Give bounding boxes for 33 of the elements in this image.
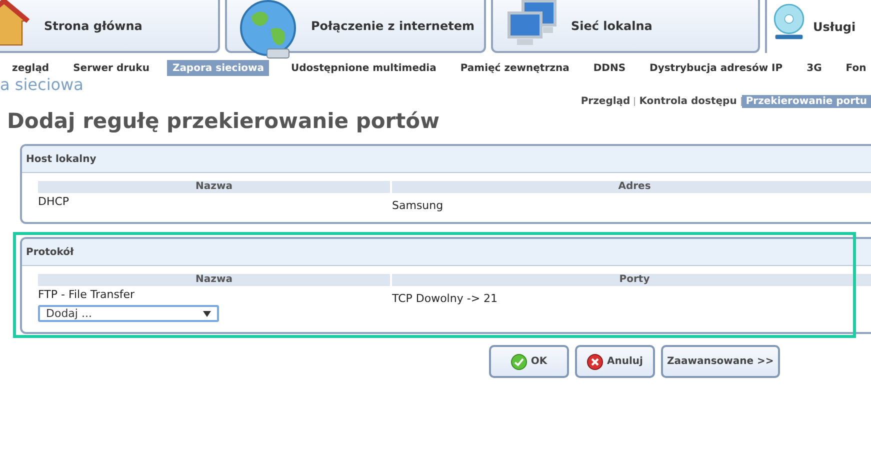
caret-icon bbox=[203, 310, 211, 316]
column-header: Adres bbox=[392, 181, 871, 193]
menu-tab[interactable]: 3G bbox=[794, 60, 834, 76]
breadcrumb: a sieciowa bbox=[0, 76, 84, 94]
section-title: Protokół bbox=[26, 246, 74, 258]
check-icon bbox=[510, 354, 527, 370]
menu-tab[interactable]: Udostępnione multimedia bbox=[279, 60, 448, 76]
globe-icon bbox=[237, 0, 299, 61]
section-title: Host lokalny bbox=[26, 154, 96, 164]
nav-tab[interactable]: Sieć lokalna bbox=[491, 0, 760, 53]
menu-tab[interactable]: Dystrybucja adresów IP bbox=[638, 60, 795, 76]
page-link[interactable]: Przegląd bbox=[576, 95, 634, 108]
advanced-button[interactable]: Zaawansowane >> bbox=[661, 345, 780, 378]
menu-tab[interactable]: DDNS bbox=[581, 60, 638, 76]
table-cell: TCP Dowolny -> 21 bbox=[392, 292, 498, 305]
house-icon bbox=[0, 0, 32, 47]
table-cell: DHCP bbox=[38, 195, 70, 208]
menu-tab[interactable]: Pamięć zewnętrzna bbox=[448, 60, 582, 76]
table-cell: FTP - File Transfer bbox=[38, 288, 135, 301]
column-header: Nazwa bbox=[38, 274, 390, 286]
menu-tab[interactable]: zegląd bbox=[0, 60, 62, 76]
page-link[interactable]: Kontrola dostępu bbox=[635, 95, 741, 108]
table-cell: Samsung bbox=[392, 199, 444, 212]
column-header: Nazwa bbox=[38, 181, 390, 193]
page-title: Dodaj regułę przekierowanie portów bbox=[7, 108, 440, 134]
menu-tab[interactable]: Serwer druku bbox=[61, 60, 162, 76]
cancel-button[interactable]: Anuluj bbox=[575, 345, 655, 378]
ok-button[interactable]: OK bbox=[489, 345, 569, 378]
nav-tab[interactable]: Strona główna bbox=[0, 0, 220, 53]
close-icon bbox=[587, 354, 604, 370]
dropdown[interactable]: Dodaj ... bbox=[38, 305, 219, 322]
menu-tab[interactable]: Fon bbox=[834, 60, 871, 76]
column-header: Porty bbox=[392, 274, 871, 286]
